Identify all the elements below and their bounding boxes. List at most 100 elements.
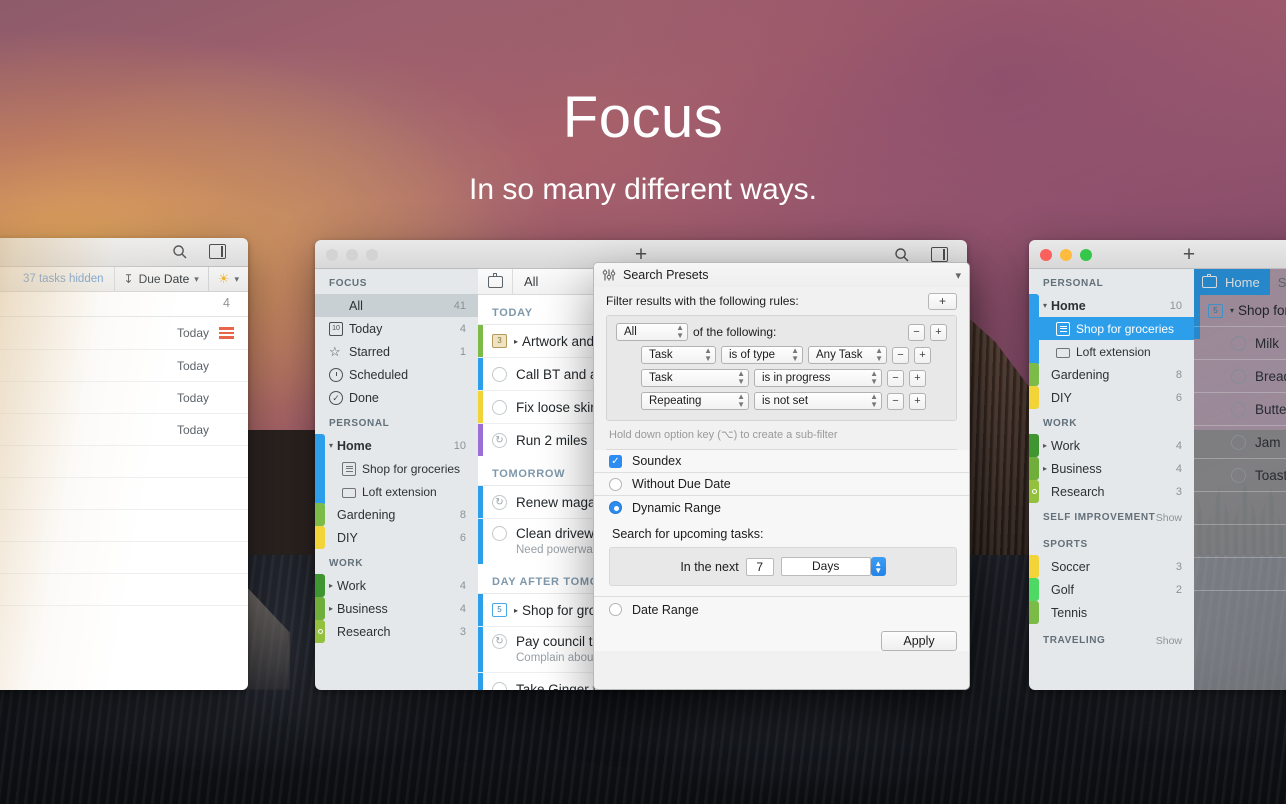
list-item[interactable]: Bread (1194, 359, 1286, 392)
right-window[interactable]: + PERSONAL ▾ Home 10 Shop for groceries … (1029, 240, 1286, 690)
radio-icon[interactable] (609, 603, 622, 616)
breadcrumb[interactable]: All (513, 274, 538, 289)
sidebar-item-shop-for-groceries[interactable]: Shop for groceries (315, 457, 478, 480)
add-rule-button[interactable]: + (914, 347, 931, 364)
list-item[interactable] (1194, 524, 1286, 557)
checkbox-circle-icon[interactable] (492, 682, 507, 691)
option-dynamic-range[interactable]: Dynamic Range (594, 496, 969, 519)
table-row[interactable]: Today (0, 413, 248, 445)
search-icon[interactable] (894, 247, 910, 263)
sidebar-item-gardening[interactable]: Gardening 8 (315, 503, 478, 526)
list-item[interactable]: Toast (1194, 458, 1286, 491)
sidebar-item-business[interactable]: ▸ Business 4 (315, 597, 478, 620)
remove-rule-button[interactable]: − (908, 324, 925, 341)
right-window-titlebar[interactable]: + (1029, 240, 1286, 269)
table-row[interactable] (0, 445, 248, 477)
rule-field-select[interactable]: Task ▲▼ (641, 369, 749, 387)
breadcrumb-icon-cell[interactable] (478, 269, 513, 294)
list-item[interactable]: Jam (1194, 425, 1286, 458)
sidebar-item-shop-for-groceries[interactable]: Shop for groceries (1029, 317, 1194, 340)
sidebar-item-starred[interactable]: ☆ Starred 1 (315, 340, 478, 363)
repeat-icon[interactable]: ↻ (492, 634, 507, 649)
sidebar-item-diy[interactable]: DIY 6 (315, 526, 478, 549)
table-row[interactable] (0, 573, 248, 605)
option-without-due-date[interactable]: Without Due Date (594, 473, 969, 496)
table-row[interactable] (0, 541, 248, 573)
table-row[interactable]: Today (0, 317, 248, 349)
radio-selected-icon[interactable] (609, 501, 622, 514)
sidebar-item-work[interactable]: ▸ Work 4 (1029, 434, 1194, 457)
close-button[interactable] (326, 249, 338, 261)
list-item[interactable] (1194, 590, 1286, 623)
checkbox-circle-icon[interactable] (1231, 402, 1246, 417)
add-rule-button[interactable]: + (930, 324, 947, 341)
sidebar-item-tennis[interactable]: Tennis (1029, 601, 1194, 624)
disclosure-triangle-icon[interactable]: ▾ (1230, 306, 1234, 315)
show-link[interactable]: Show (1156, 635, 1182, 647)
search-icon[interactable] (172, 244, 188, 260)
sidebar-item-golf[interactable]: Golf 2 (1029, 578, 1194, 601)
list-item[interactable]: Milk (1194, 326, 1286, 359)
rule-value-select[interactable]: Any Task ▲▼ (808, 346, 887, 364)
add-rule-button[interactable]: + (909, 370, 926, 387)
table-row[interactable] (0, 477, 248, 509)
rule-field-select[interactable]: Task ▲▼ (641, 346, 716, 364)
sidebar-item-loft-extension[interactable]: Loft extension (315, 480, 478, 503)
sidebar-item-gardening[interactable]: Gardening 8 (1029, 363, 1194, 386)
breadcrumb-next-tab[interactable]: Sh (1270, 269, 1286, 295)
add-rule-button[interactable]: + (928, 293, 957, 310)
checkbox-circle-icon[interactable] (1231, 468, 1246, 483)
sidebar-item-business[interactable]: ▸ Business 4 (1029, 457, 1194, 480)
sidebar-item-done[interactable]: ✓ Done (315, 386, 478, 409)
checkbox-circle-icon[interactable] (1231, 336, 1246, 351)
left-window[interactable]: 37 tasks hidden ↧ Due Date ▾ ☀ ▾ 4 Today… (0, 238, 248, 690)
remove-rule-button[interactable]: − (887, 370, 904, 387)
checkbox-circle-icon[interactable] (492, 526, 507, 541)
disclosure-triangle-icon[interactable]: ▸ (514, 337, 518, 346)
table-row[interactable] (0, 509, 248, 541)
apply-button[interactable]: Apply (881, 631, 957, 651)
sidebar-item-soccer[interactable]: Soccer 3 (1029, 555, 1194, 578)
table-row[interactable] (0, 605, 248, 637)
sidebar-item-loft-extension[interactable]: Loft extension (1029, 340, 1194, 363)
repeat-icon[interactable]: ↻ (492, 495, 507, 510)
list-item[interactable]: Butter (1194, 392, 1286, 425)
breadcrumb-home-tab[interactable]: Home (1194, 269, 1270, 295)
search-presets-dialog[interactable]: Search Presets ▾ Filter results with the… (593, 262, 970, 690)
unit-select[interactable]: Days (781, 557, 871, 576)
theme-control[interactable]: ☀ ▾ (209, 271, 248, 287)
sidebar-item-work[interactable]: ▸ Work 4 (315, 574, 478, 597)
match-mode-select[interactable]: All ▲▼ (616, 323, 688, 341)
checkbox-circle-icon[interactable] (1231, 435, 1246, 450)
sort-control[interactable]: ↧ Due Date ▾ (114, 267, 209, 291)
sidebar-item-home[interactable]: ▾ Home 10 (315, 434, 478, 457)
disclosure-triangle-icon[interactable]: ▸ (514, 606, 518, 615)
rule-operator-select[interactable]: is not set ▲▼ (754, 392, 882, 410)
minimize-button[interactable] (346, 249, 358, 261)
sidebar-item-research[interactable]: Research 3 (315, 620, 478, 643)
sidebar-item-today[interactable]: 10 Today 4 (315, 317, 478, 340)
table-row[interactable]: Today (0, 381, 248, 413)
close-button[interactable] (1040, 249, 1052, 261)
plus-icon[interactable]: + (1183, 246, 1195, 264)
checkbox-circle-icon[interactable] (1231, 369, 1246, 384)
radio-icon[interactable] (609, 478, 622, 491)
rule-field-select[interactable]: Repeating ▲▼ (641, 392, 749, 410)
checkbox-circle-icon[interactable] (492, 367, 507, 382)
repeat-icon[interactable]: ↻ (492, 433, 507, 448)
sidebar-item-research[interactable]: Research 3 (1029, 480, 1194, 503)
checkbox-checked-icon[interactable]: ✓ (609, 455, 622, 468)
show-link[interactable]: Show (1156, 512, 1182, 524)
rule-operator-select[interactable]: is of type ▲▼ (721, 346, 803, 364)
chevron-down-icon[interactable]: ▾ (955, 269, 961, 282)
zoom-button[interactable] (1080, 249, 1092, 261)
sidebar-toggle-icon[interactable] (209, 244, 226, 259)
left-window-titlebar[interactable] (0, 238, 248, 267)
option-soundex[interactable]: ✓ Soundex (594, 450, 969, 473)
sidebar-toggle-icon[interactable] (931, 247, 948, 262)
minimize-button[interactable] (1060, 249, 1072, 261)
right-list-header[interactable]: 5 ▾ Shop for (1194, 295, 1286, 326)
list-item[interactable] (1194, 491, 1286, 524)
stepper-arrows-icon[interactable]: ▲▼ (871, 557, 886, 576)
option-date-range[interactable]: Date Range (594, 596, 969, 622)
